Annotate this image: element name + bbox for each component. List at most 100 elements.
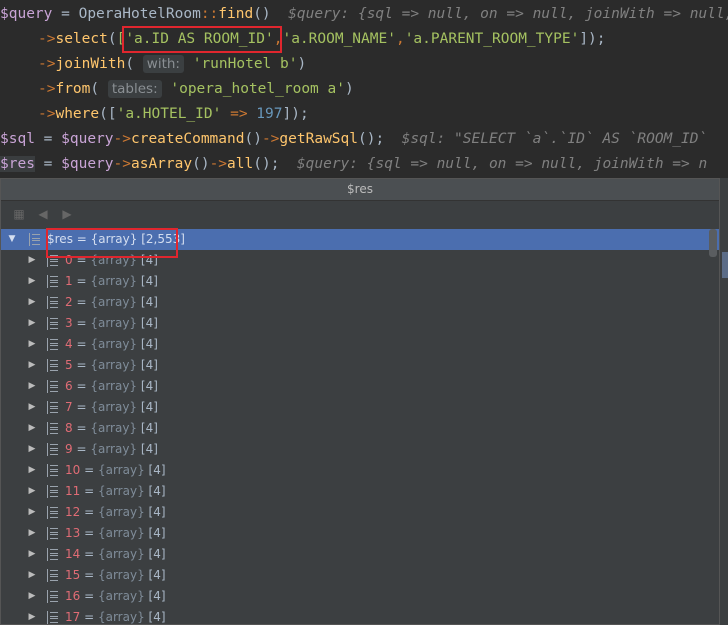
- method-asarray: asArray: [130, 156, 193, 172]
- tree-item-row[interactable]: ▶ 6 = {array} [4]: [1, 376, 719, 397]
- expand-triangle-icon[interactable]: ▶: [27, 586, 37, 607]
- arrow-op: ->: [113, 156, 131, 172]
- pin-icon[interactable]: ▦: [11, 206, 27, 222]
- method-from: from: [55, 81, 91, 97]
- equals: =: [72, 295, 91, 309]
- item-index: 1: [65, 274, 73, 288]
- method-all: all: [227, 156, 254, 172]
- annotation-highlight-box: [122, 26, 282, 53]
- tree-item-row[interactable]: ▶ 2 = {array} [4]: [1, 292, 719, 313]
- expand-triangle-icon[interactable]: ▶: [27, 565, 37, 586]
- back-icon[interactable]: ◀: [35, 206, 51, 222]
- item-count: [4]: [148, 547, 166, 561]
- paren-close: ): [344, 81, 354, 97]
- tree-item-label: 3 = {array} [4]: [65, 313, 158, 334]
- array-icon: [29, 233, 40, 246]
- equals: =: [80, 610, 98, 624]
- paren-open: (: [90, 81, 108, 97]
- item-count: [4]: [140, 379, 158, 393]
- tree-item-label: 17 = {array} [4]: [65, 607, 166, 625]
- variables-tree[interactable]: ▼ $res = {array} [2,553] ▶ 0 = {array} [4…: [1, 228, 719, 625]
- expand-triangle-icon[interactable]: ▶: [27, 313, 37, 334]
- parens: ();: [358, 131, 385, 147]
- expand-triangle-icon[interactable]: ▶: [27, 376, 37, 397]
- expand-triangle-icon[interactable]: ▶: [27, 397, 37, 418]
- inline-debug-value: $query: {sql => null, on => null, joinWi…: [279, 156, 708, 172]
- item-type: {array}: [97, 463, 145, 477]
- item-index: 13: [65, 526, 81, 540]
- item-type: {array}: [90, 442, 138, 456]
- expand-triangle-icon[interactable]: ▶: [27, 292, 37, 313]
- tree-item-row[interactable]: ▶ 5 = {array} [4]: [1, 355, 719, 376]
- arrow-op: ->: [38, 56, 56, 72]
- forward-icon[interactable]: ▶: [59, 206, 75, 222]
- right-edge-strip: [720, 178, 728, 625]
- item-index: 10: [65, 463, 81, 477]
- expand-triangle-icon[interactable]: ▶: [27, 607, 37, 625]
- collapse-triangle-icon[interactable]: ▼: [7, 229, 17, 250]
- scrollbar-thumb[interactable]: [709, 229, 717, 257]
- item-index: 3: [65, 316, 73, 330]
- array-icon: [47, 464, 58, 477]
- expand-triangle-icon[interactable]: ▶: [27, 523, 37, 544]
- expand-triangle-icon[interactable]: ▶: [27, 481, 37, 502]
- code-editor[interactable]: $query = OperaHotelRoom::find() $query: …: [0, 0, 728, 178]
- item-count: [4]: [140, 358, 158, 372]
- tree-item-label: 9 = {array} [4]: [65, 439, 158, 460]
- tree-item-label: 15 = {array} [4]: [65, 565, 166, 586]
- tree-item-row[interactable]: ▶ 7 = {array} [4]: [1, 397, 719, 418]
- array-icon: [47, 380, 58, 393]
- array-icon: [47, 443, 58, 456]
- tree-item-row[interactable]: ▶ 11 = {array} [4]: [1, 481, 719, 502]
- expand-triangle-icon[interactable]: ▶: [27, 334, 37, 355]
- popup-toolbar: ▦ ◀ ▶: [1, 200, 719, 228]
- tree-item-row[interactable]: ▶ 3 = {array} [4]: [1, 313, 719, 334]
- code-line-7: $res = $query->asArray()->all(); $query:…: [0, 152, 707, 177]
- expand-triangle-icon[interactable]: ▶: [27, 418, 37, 439]
- item-type: {array}: [90, 274, 138, 288]
- paren-close: ]);: [579, 31, 606, 47]
- tree-item-row[interactable]: ▶ 17 = {array} [4]: [1, 607, 719, 625]
- comma: ,: [395, 31, 405, 47]
- tree-item-label: 14 = {array} [4]: [65, 544, 166, 565]
- tree-item-row[interactable]: ▶ 16 = {array} [4]: [1, 586, 719, 607]
- tree-item-row[interactable]: ▶ 12 = {array} [4]: [1, 502, 719, 523]
- debug-value-popup: $res ▦ ◀ ▶ ▼ $res = {array} [2,553] ▶ 0 =…: [0, 178, 720, 625]
- tree-item-label: 1 = {array} [4]: [65, 271, 158, 292]
- method-where: where: [55, 106, 100, 122]
- variable-res[interactable]: $res: [0, 156, 35, 172]
- paren-open: (: [125, 56, 143, 72]
- equals: =: [72, 316, 91, 330]
- expand-triangle-icon[interactable]: ▶: [27, 460, 37, 481]
- expand-triangle-icon[interactable]: ▶: [27, 271, 37, 292]
- tree-item-row[interactable]: ▶ 13 = {array} [4]: [1, 523, 719, 544]
- item-type: {array}: [90, 358, 138, 372]
- tree-item-row[interactable]: ▶ 10 = {array} [4]: [1, 460, 719, 481]
- item-type: {array}: [97, 526, 145, 540]
- select-arg-room-name: 'a.ROOM_NAME': [282, 31, 396, 47]
- expand-triangle-icon[interactable]: ▶: [27, 439, 37, 460]
- expand-triangle-icon[interactable]: ▶: [27, 250, 37, 271]
- paren-close: ): [297, 56, 307, 72]
- expand-triangle-icon[interactable]: ▶: [27, 355, 37, 376]
- tree-item-row[interactable]: ▶ 8 = {array} [4]: [1, 418, 719, 439]
- assign-op: =: [52, 6, 79, 22]
- item-type: {array}: [90, 295, 138, 309]
- expand-triangle-icon[interactable]: ▶: [27, 502, 37, 523]
- expand-triangle-icon[interactable]: ▶: [27, 544, 37, 565]
- code-line-6: $sql = $query->createCommand()->getRawSq…: [0, 127, 707, 152]
- parens: (): [192, 156, 210, 172]
- arrow-op: ->: [209, 156, 228, 172]
- tree-item-row[interactable]: ▶ 4 = {array} [4]: [1, 334, 719, 355]
- equals: =: [72, 379, 91, 393]
- equals: =: [80, 526, 98, 540]
- array-icon: [47, 527, 58, 540]
- tree-item-label: 4 = {array} [4]: [65, 334, 158, 355]
- tree-item-row[interactable]: ▶ 14 = {array} [4]: [1, 544, 719, 565]
- tree-item-row[interactable]: ▶ 9 = {array} [4]: [1, 439, 719, 460]
- tree-item-row[interactable]: ▶ 15 = {array} [4]: [1, 565, 719, 586]
- item-count: [4]: [148, 463, 166, 477]
- parens: (): [253, 6, 271, 22]
- tree-item-row[interactable]: ▶ 1 = {array} [4]: [1, 271, 719, 292]
- item-type: {array}: [90, 379, 138, 393]
